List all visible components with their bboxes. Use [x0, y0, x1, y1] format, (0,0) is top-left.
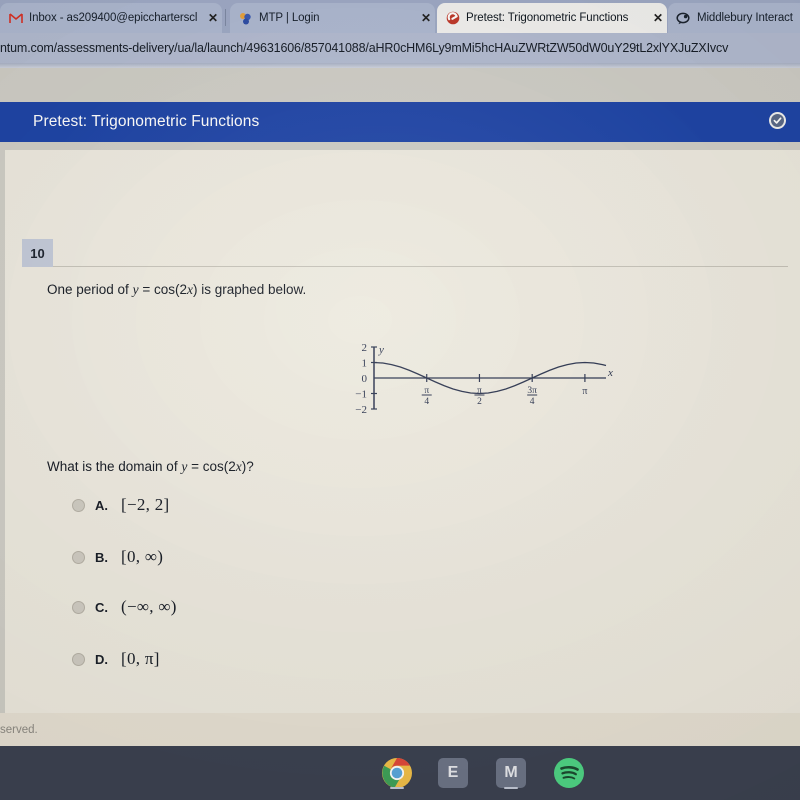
svg-text:x: x: [607, 367, 613, 379]
choice-letter-a: A.: [95, 497, 108, 513]
mtp-icon: [238, 11, 253, 26]
browser-tab-label: Middlebury Interact: [697, 12, 793, 24]
choice-value-c: (−∞, ∞): [121, 597, 177, 616]
browser-tab-inbox[interactable]: Inbox - as209400@epiccharterscl ✕: [0, 3, 222, 33]
divider: [53, 266, 788, 267]
urlbar-shadow: [0, 63, 800, 68]
radio-button-b[interactable]: [72, 551, 85, 564]
browser-tab-label: Pretest: Trigonometric Functions: [466, 12, 629, 24]
browser-tab-mtp[interactable]: MTP | Login ✕: [230, 3, 435, 33]
browser-tab-pretest[interactable]: Pretest: Trigonometric Functions ✕: [437, 3, 667, 33]
svg-text:1: 1: [362, 358, 368, 370]
radio-button-d[interactable]: [72, 653, 85, 666]
choice-value-a: [−2, 2]: [121, 495, 170, 514]
tab-divider: [225, 9, 226, 26]
choice-letter-c: C.: [95, 599, 108, 615]
radio-button-a[interactable]: [72, 499, 85, 512]
question-part-3: )?: [241, 459, 254, 474]
browser-tab-label: Inbox - as209400@epiccharterscl: [29, 12, 198, 24]
choice-letter-d: D.: [95, 651, 108, 667]
edgenuity-icon: [445, 11, 460, 26]
gmail-icon: [8, 11, 23, 26]
spotify-icon[interactable]: [550, 754, 588, 792]
page-title: Pretest: Trigonometric Functions: [33, 113, 260, 130]
radio-button-c[interactable]: [72, 601, 85, 614]
close-icon[interactable]: ✕: [649, 11, 667, 25]
edge-icon-tile: E: [438, 758, 468, 788]
minecraft-icon[interactable]: M: [492, 754, 530, 792]
question-text: What is the domain of y = cos(2x)?: [47, 459, 254, 475]
svg-text:π: π: [582, 386, 587, 397]
browser-tab-label: MTP | Login: [259, 12, 320, 24]
answer-choice-d[interactable]: D. [0, π]: [72, 649, 160, 669]
answer-choice-b[interactable]: B. [0, ∞): [72, 547, 163, 567]
page-background: Pretest: Trigonometric Functions 10 One …: [0, 68, 800, 713]
prompt-part-2: = cos(2: [138, 282, 187, 297]
answer-choice-a[interactable]: A. [−2, 2]: [72, 495, 170, 515]
question-prompt: One period of y = cos(2x) is graphed bel…: [47, 282, 306, 298]
svg-text:2: 2: [362, 342, 368, 354]
edge-icon[interactable]: E: [434, 754, 472, 792]
question-part-1: What is the domain of: [47, 459, 182, 474]
graph-canvas: 210−1−2yπ4π23π4πx: [355, 342, 613, 416]
web-page: Pretest: Trigonometric Functions 10 One …: [0, 68, 800, 713]
chat-icon: [676, 11, 691, 26]
svg-text:2: 2: [477, 397, 482, 407]
svg-text:y: y: [378, 344, 384, 356]
answer-choice-c[interactable]: C. (−∞, ∞): [72, 597, 177, 617]
check-circle-icon[interactable]: [769, 112, 786, 129]
footer-copyright-fragment: served.: [0, 724, 38, 736]
choice-value-b: [0, ∞): [121, 547, 164, 566]
choice-value-d: [0, π]: [121, 649, 160, 668]
url-text: ntum.com/assessments-delivery/ua/la/laun…: [0, 41, 729, 55]
prompt-part-3: ) is graphed below.: [192, 282, 307, 297]
browser-tab-strip: Inbox - as209400@epiccharterscl ✕ MTP | …: [0, 0, 800, 33]
windows-taskbar: E M: [0, 746, 800, 800]
svg-text:4: 4: [424, 397, 429, 407]
svg-text:−1: −1: [355, 389, 367, 401]
svg-text:0: 0: [362, 373, 368, 385]
prompt-part-1: One period of: [47, 282, 133, 297]
active-indicator: [390, 787, 404, 789]
close-icon[interactable]: ✕: [417, 11, 435, 25]
svg-text:−2: −2: [355, 404, 367, 416]
active-indicator: [504, 787, 518, 789]
question-part-2: = cos(2: [187, 459, 236, 474]
svg-text:4: 4: [530, 397, 535, 407]
question-number-badge: 10: [22, 239, 53, 267]
choice-letter-b: B.: [95, 549, 108, 565]
close-icon[interactable]: ✕: [204, 11, 222, 25]
minecraft-icon-tile: M: [496, 758, 526, 788]
chrome-icon[interactable]: [378, 754, 416, 792]
function-graph: 2 1 0 −1 −2 y π 4 π 2 3π 4 π x: [348, 316, 618, 436]
browser-tab-middlebury[interactable]: Middlebury Interact: [668, 3, 800, 33]
address-bar[interactable]: ntum.com/assessments-delivery/ua/la/laun…: [0, 33, 800, 63]
